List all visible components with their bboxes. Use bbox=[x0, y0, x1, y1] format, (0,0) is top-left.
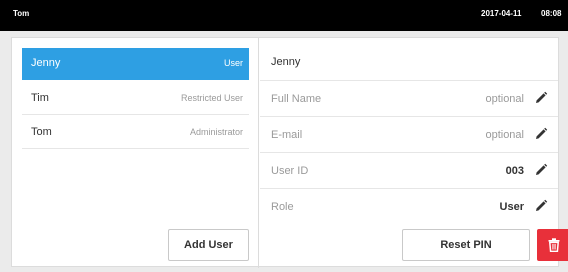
user-management-panel: Jenny User Tim Restricted User Tom Admin… bbox=[11, 37, 568, 268]
field-label: E-mail bbox=[271, 129, 303, 141]
selected-user-heading: Jenny bbox=[271, 56, 301, 68]
user-name: Tim bbox=[31, 92, 49, 104]
user-list-panel: Jenny User Tim Restricted User Tom Admin… bbox=[12, 38, 259, 268]
field-label: User ID bbox=[271, 165, 309, 177]
user-list-item-jenny[interactable]: Jenny User bbox=[22, 48, 249, 80]
delete-user-button[interactable] bbox=[537, 229, 568, 261]
add-user-button[interactable]: Add User bbox=[168, 229, 249, 261]
user-role: Administrator bbox=[189, 127, 243, 137]
field-row-role[interactable]: Role User bbox=[260, 188, 558, 224]
user-role: Restricted User bbox=[180, 93, 243, 103]
user-detail-panel: Jenny Full Name optional E-mail optional… bbox=[260, 38, 568, 268]
pencil-icon[interactable] bbox=[534, 199, 548, 213]
current-user-label: Tom bbox=[13, 9, 30, 18]
field-label: Role bbox=[271, 201, 294, 213]
field-row-email[interactable]: E-mail optional bbox=[260, 116, 558, 152]
user-list-item-tom[interactable]: Tom Administrator bbox=[22, 117, 249, 149]
field-row-user-id[interactable]: User ID 003 bbox=[260, 152, 558, 188]
status-bar: Tom 2017-04-11 08:08 bbox=[0, 0, 568, 31]
field-value: optional bbox=[485, 129, 524, 141]
field-row-full-name[interactable]: Full Name optional bbox=[260, 80, 558, 116]
pencil-icon[interactable] bbox=[534, 91, 548, 105]
user-name: Jenny bbox=[31, 57, 61, 69]
user-name: Tom bbox=[31, 126, 52, 138]
field-value: optional bbox=[485, 93, 524, 105]
user-role: User bbox=[223, 58, 243, 68]
field-label: Full Name bbox=[271, 93, 322, 105]
field-value: 003 bbox=[505, 165, 524, 177]
user-list-item-tim[interactable]: Tim Restricted User bbox=[22, 83, 249, 115]
time-label: 08:08 bbox=[541, 9, 562, 18]
pencil-icon[interactable] bbox=[534, 163, 548, 177]
date-label: 2017-04-11 bbox=[481, 9, 522, 18]
reset-pin-button[interactable]: Reset PIN bbox=[402, 229, 530, 261]
field-value: User bbox=[499, 201, 524, 213]
trash-icon bbox=[548, 238, 560, 252]
pencil-icon[interactable] bbox=[534, 127, 548, 141]
